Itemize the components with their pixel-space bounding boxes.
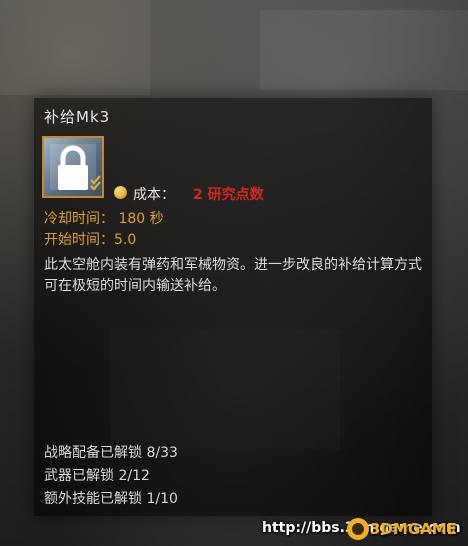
item-description: 此太空舱内装有弹药和军械物资。进一步改良的补给计算方式可在极短的时间内输送补给。: [44, 257, 422, 294]
item-icon-frame[interactable]: [42, 136, 104, 198]
cost-label: 成本：: [133, 187, 175, 203]
weapons-unlocked: 武器已解锁 2/12: [44, 468, 150, 484]
watermark-logo-icon: [347, 518, 369, 540]
start-time-stat: 开始时间：5.0: [44, 232, 137, 248]
cooldown-stat: 冷却时间： 180 秒: [44, 211, 164, 227]
stratagems-unlocked: 战略配备已解锁 8/33: [44, 445, 178, 461]
research-coin-icon: [114, 186, 127, 199]
item-title: 补给Mk3: [44, 108, 111, 126]
perks-unlocked: 额外技能已解锁 1/10: [44, 491, 178, 507]
background-structure-right: [260, 10, 468, 90]
cost-value: 2 研究点数: [193, 187, 264, 203]
watermark-brand: 3DMGAME: [370, 520, 457, 538]
lock-icon: [50, 144, 101, 191]
background-structure-left: [0, 0, 150, 95]
